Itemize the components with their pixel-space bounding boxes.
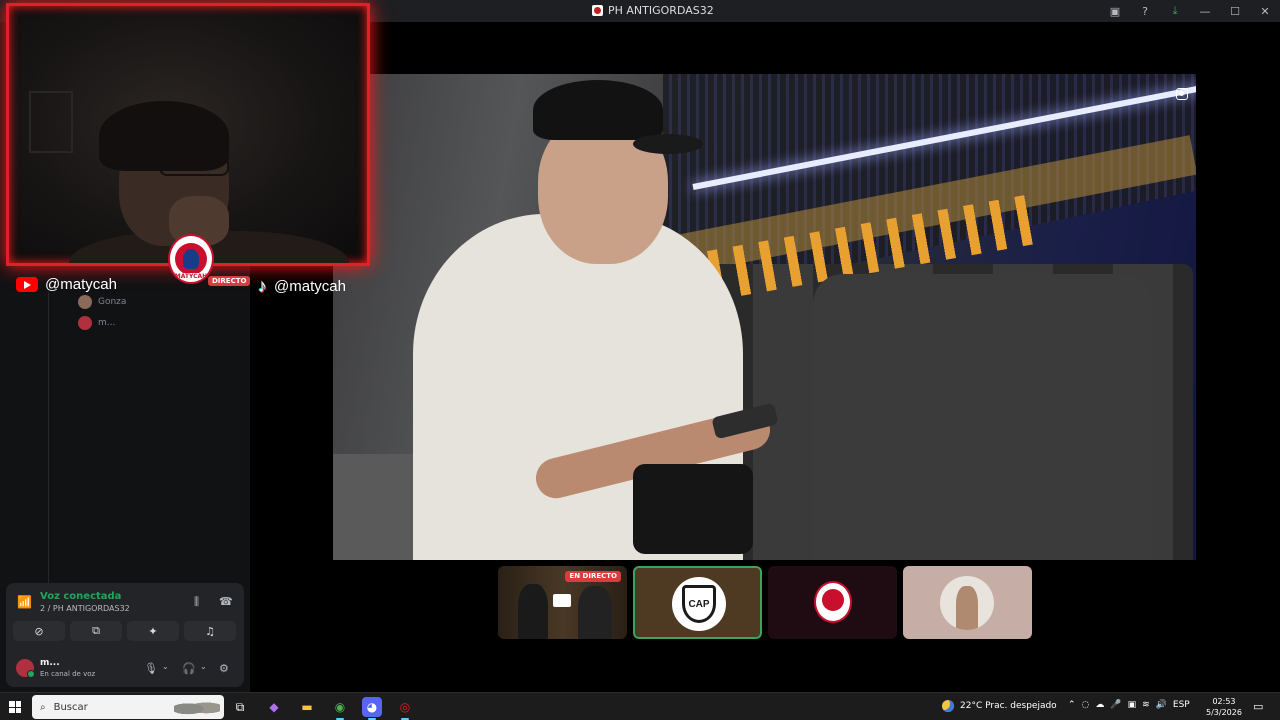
avatar (78, 316, 92, 330)
discord-window: PH ANTIGORDAS32 ▣ ? ⤓ — ☐ ✕ Gonza m... M… (0, 0, 1280, 692)
stream-thumbnail[interactable]: EN DIRECTO (498, 566, 627, 639)
maximize-icon[interactable]: ☐ (1220, 0, 1250, 22)
task-view-icon[interactable]: ⧉ (230, 697, 250, 717)
copilot-icon[interactable]: ◆ (264, 697, 284, 717)
activities-button[interactable]: ✦ (127, 621, 179, 641)
close-icon[interactable]: ✕ (1250, 0, 1280, 22)
stream-shirt-front (813, 274, 1153, 560)
cloud-icon[interactable]: ☁ (1095, 700, 1104, 710)
logo-name: MATYCAH (170, 273, 212, 280)
mic-icon[interactable]: 🎤 (1110, 700, 1121, 710)
window-title: PH ANTIGORDAS32 (592, 4, 714, 17)
webcam-corner (301, 3, 370, 6)
webcam-wall-frame (29, 91, 73, 153)
stream-person-cap (533, 80, 663, 140)
voice-channel[interactable]: 2 / PH ANTIGORDAS32 (40, 604, 130, 613)
wifi-icon[interactable]: ≋ (1142, 700, 1150, 710)
server-icon (592, 5, 603, 16)
soundboard-button[interactable]: ♫ (184, 621, 236, 641)
minimize-icon[interactable]: — (1190, 0, 1220, 22)
search-icon: ⌕ (40, 701, 46, 713)
voice-user[interactable]: Gonza (78, 295, 126, 309)
webcam-corner (77, 3, 147, 6)
user-status: En canal de voz (40, 670, 96, 678)
avatar (814, 581, 852, 623)
weather-widget[interactable]: 22°C Prac. despejado (942, 700, 1057, 712)
noise-suppression-icon[interactable]: ⫼ (194, 595, 199, 609)
stream-person-bag (633, 464, 753, 554)
club-shield-icon: CAP (682, 585, 716, 623)
language-indicator[interactable]: ESP (1173, 700, 1190, 710)
window-title-text: PH ANTIGORDAS32 (608, 4, 714, 17)
logo-emblem (175, 243, 207, 275)
share-screen-button[interactable]: ⧉ (70, 621, 122, 641)
settings-gear-icon[interactable]: ⚙ (219, 662, 229, 675)
camera-off-button[interactable]: ⊘ (13, 621, 65, 641)
mic-icon[interactable]: 🎙 (144, 662, 158, 675)
taskbar-search[interactable]: ⌕ Buscar (32, 695, 224, 719)
download-icon[interactable]: ⤓ (1160, 0, 1190, 22)
stream-person-cap-brim (633, 134, 703, 154)
voice-user-name: m... (98, 318, 116, 328)
youtube-handle: @matycah (16, 276, 117, 293)
webcam-person-glasses (159, 156, 229, 176)
participant-tile[interactable] (903, 566, 1032, 639)
obs-icon[interactable]: ◎ (395, 697, 415, 720)
live-tag: DIRECTO (208, 276, 251, 286)
stream-video[interactable] (333, 74, 1196, 560)
file-explorer-icon[interactable]: ▬ (297, 697, 317, 717)
taskbar-clock[interactable]: 02:53 5/3/2026 (1206, 696, 1242, 718)
avatar (78, 295, 92, 309)
display-icon[interactable]: ▣ (1128, 700, 1137, 710)
windows-taskbar: ⌕ Buscar ⧉ ◆ ▬ ◉ ◕ ◎ 22°C Prac. despejad… (0, 692, 1280, 720)
clock-date: 5/3/2026 (1206, 708, 1242, 717)
tiktok-handle: ♪ @matycah (258, 276, 346, 297)
chevron-up-icon[interactable]: ⌃ (1068, 700, 1076, 710)
youtube-icon (16, 277, 38, 292)
network-icon[interactable]: ◌ (1082, 700, 1090, 710)
notification-icon[interactable]: ▭ (1253, 700, 1263, 713)
live-badge: EN DIRECTO (565, 571, 621, 582)
chrome-icon[interactable]: ◉ (330, 697, 350, 720)
participant-tile[interactable]: CAP (633, 566, 762, 639)
tiktok-handle-text: @matycah (274, 278, 346, 295)
thumbnail-person (578, 586, 612, 639)
youtube-handle-text: @matycah (45, 276, 117, 293)
system-tray: ⌃ ◌ ☁ 🎤 ▣ ≋ 🔊 ESP (1068, 700, 1190, 710)
clock-time: 02:53 (1212, 697, 1236, 706)
tiktok-icon: ♪ (258, 276, 267, 296)
headset-icon[interactable]: 🎧 (182, 662, 196, 675)
webcam-overlay (6, 3, 370, 266)
avatar: CAP (672, 577, 726, 631)
signal-icon: 📶 (17, 595, 32, 609)
search-highlight-image (174, 698, 220, 716)
weather-text: 22°C Prac. despejado (960, 701, 1057, 711)
voice-user[interactable]: m... (78, 316, 115, 330)
weather-moon-icon (942, 700, 954, 712)
avatar (940, 576, 994, 630)
disconnect-icon[interactable]: ☎ (219, 595, 233, 608)
screen-share-icon (553, 594, 571, 607)
participant-tile[interactable] (768, 566, 897, 639)
voice-status[interactable]: Voz conectada (40, 591, 121, 602)
search-placeholder: Buscar (53, 701, 88, 713)
avatar[interactable] (16, 659, 35, 678)
discord-icon[interactable]: ◕ (362, 697, 382, 720)
windows-start-icon[interactable] (9, 701, 21, 713)
chevron-down-icon[interactable]: ⌄ (162, 662, 169, 671)
help-icon[interactable]: ? (1130, 0, 1160, 22)
streamer-logo: MATYCAH (168, 234, 214, 284)
user-name[interactable]: m... (40, 658, 60, 668)
sidebar-divider (48, 292, 49, 592)
volume-icon[interactable]: 🔊 (1156, 700, 1167, 710)
voice-user-name: Gonza (98, 297, 127, 307)
chevron-down-icon[interactable]: ⌄ (200, 662, 207, 671)
focus-icon[interactable] (1176, 88, 1188, 100)
thumbnail-person (518, 584, 548, 639)
voice-connection-panel: 📶 Voz conectada 2 / PH ANTIGORDAS32 ⫼ ☎ … (6, 583, 244, 687)
inbox-icon[interactable]: ▣ (1100, 0, 1130, 22)
